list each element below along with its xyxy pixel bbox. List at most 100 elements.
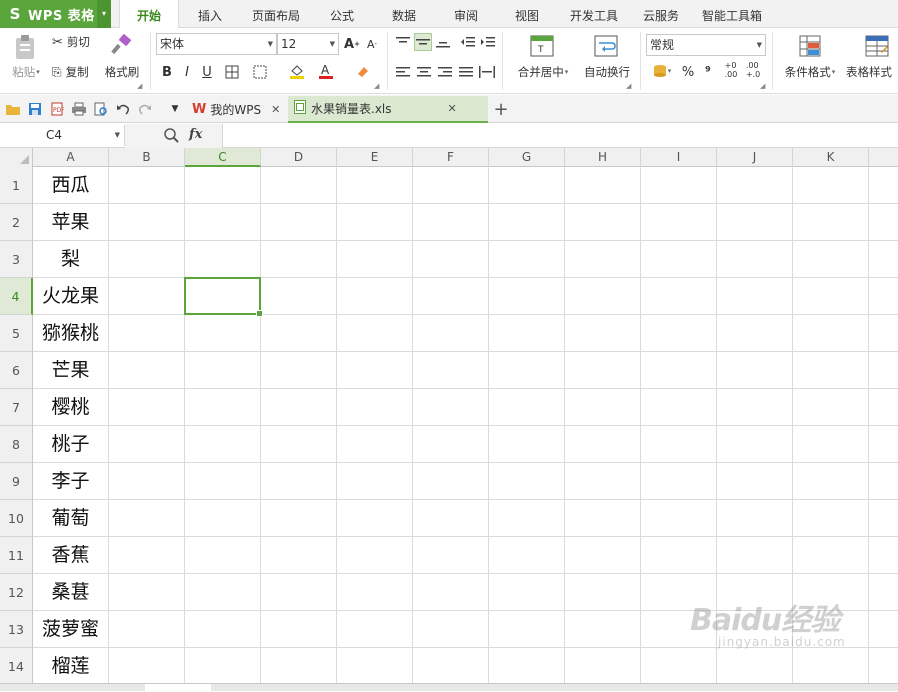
cell-g3[interactable] <box>489 241 565 278</box>
cell-b1[interactable] <box>109 167 185 204</box>
cell-h10[interactable] <box>565 500 641 537</box>
cell-j7[interactable] <box>717 389 793 426</box>
cell-k2[interactable] <box>793 204 869 241</box>
print-icon[interactable] <box>71 101 87 117</box>
cell-h5[interactable] <box>565 315 641 352</box>
align-top-icon[interactable] <box>394 33 412 51</box>
cell-f2[interactable] <box>413 204 489 241</box>
column-header-i[interactable]: I <box>641 148 717 167</box>
cell-i6[interactable] <box>641 352 717 389</box>
cell-g11[interactable] <box>489 537 565 574</box>
row-header[interactable]: 6 <box>0 352 33 389</box>
close-icon[interactable]: ✕ <box>448 102 457 115</box>
close-icon[interactable]: ✕ <box>271 103 280 116</box>
cell-h11[interactable] <box>565 537 641 574</box>
increase-font-icon[interactable]: A + <box>343 35 361 53</box>
conditional-format-button[interactable]: 条件格式 ▾ <box>778 64 842 80</box>
cell-h2[interactable] <box>565 204 641 241</box>
fill-pattern-icon[interactable] <box>251 63 269 81</box>
cell-i4[interactable] <box>641 278 717 315</box>
cell-f6[interactable] <box>413 352 489 389</box>
cell-f11[interactable] <box>413 537 489 574</box>
cell-b9[interactable] <box>109 463 185 500</box>
row-header[interactable]: 12 <box>0 574 33 611</box>
column-header-g[interactable]: G <box>489 148 565 167</box>
cell-e9[interactable] <box>337 463 413 500</box>
cell-overflow[interactable] <box>869 389 898 426</box>
cell-b6[interactable] <box>109 352 185 389</box>
cell-f8[interactable] <box>413 426 489 463</box>
column-header-h[interactable]: H <box>565 148 641 167</box>
cell-c8[interactable] <box>185 426 261 463</box>
cell-a12[interactable]: 桑葚 <box>33 574 109 611</box>
doc-tab-my-wps[interactable]: W 我的WPS ✕ <box>186 96 286 123</box>
italic-button[interactable]: I <box>178 63 196 81</box>
increase-indent-icon[interactable] <box>479 33 497 51</box>
cell-g12[interactable] <box>489 574 565 611</box>
cell-d11[interactable] <box>261 537 337 574</box>
cell-k8[interactable] <box>793 426 869 463</box>
cell-overflow[interactable] <box>869 611 898 648</box>
cell-overflow[interactable] <box>869 167 898 204</box>
cell-h8[interactable] <box>565 426 641 463</box>
cell-d2[interactable] <box>261 204 337 241</box>
cell-j14[interactable] <box>717 648 793 683</box>
cell-h12[interactable] <box>565 574 641 611</box>
cell-d12[interactable] <box>261 574 337 611</box>
cell-k11[interactable] <box>793 537 869 574</box>
cell-e13[interactable] <box>337 611 413 648</box>
row-header[interactable]: 11 <box>0 537 33 574</box>
cell-c9[interactable] <box>185 463 261 500</box>
cell-k9[interactable] <box>793 463 869 500</box>
open-folder-icon[interactable] <box>5 101 21 117</box>
row-header[interactable]: 1 <box>0 167 33 204</box>
cell-e11[interactable] <box>337 537 413 574</box>
currency-icon[interactable]: ▾ <box>648 62 676 80</box>
customize-toolbar-icon[interactable]: ▼ <box>167 101 183 117</box>
border-icon[interactable] <box>223 63 241 81</box>
cell-g7[interactable] <box>489 389 565 426</box>
cell-d8[interactable] <box>261 426 337 463</box>
select-all-button[interactable] <box>0 148 33 167</box>
cell-a3[interactable]: 梨 <box>33 241 109 278</box>
cell-j2[interactable] <box>717 204 793 241</box>
cell-e6[interactable] <box>337 352 413 389</box>
column-header-b[interactable]: B <box>109 148 185 167</box>
cell-e12[interactable] <box>337 574 413 611</box>
cell-e2[interactable] <box>337 204 413 241</box>
align-center-icon[interactable] <box>415 63 433 81</box>
cell-e1[interactable] <box>337 167 413 204</box>
fill-color-icon[interactable] <box>288 62 306 80</box>
cell-c7[interactable] <box>185 389 261 426</box>
row-header[interactable]: 13 <box>0 611 33 648</box>
cell-i3[interactable] <box>641 241 717 278</box>
decrease-decimal-icon[interactable]: .00 +.0 <box>744 61 762 79</box>
cell-g14[interactable] <box>489 648 565 683</box>
cell-j8[interactable] <box>717 426 793 463</box>
cut-button[interactable]: ✂ 剪切 <box>52 34 100 50</box>
selected-cell-outline[interactable] <box>184 277 263 317</box>
wrap-text-button[interactable]: 自动换行 <box>580 64 634 80</box>
cell-f5[interactable] <box>413 315 489 352</box>
row-header[interactable]: 2 <box>0 204 33 241</box>
tab-home[interactable]: 开始 <box>119 0 179 29</box>
format-painter-icon[interactable] <box>106 32 138 58</box>
save-icon[interactable] <box>27 101 43 117</box>
row-header[interactable]: 8 <box>0 426 33 463</box>
paste-button[interactable]: 粘贴 ▾ <box>8 64 44 80</box>
cell-overflow[interactable] <box>869 500 898 537</box>
underline-button[interactable]: U <box>198 63 216 81</box>
name-box[interactable]: C4 ▼ <box>0 125 125 146</box>
cell-i1[interactable] <box>641 167 717 204</box>
cell-g10[interactable] <box>489 500 565 537</box>
cell-c2[interactable] <box>185 204 261 241</box>
cell-f13[interactable] <box>413 611 489 648</box>
dialog-launcher-icon[interactable]: ◢ <box>137 82 142 90</box>
cell-h9[interactable] <box>565 463 641 500</box>
bold-button[interactable]: B <box>158 63 176 81</box>
tab-cloud[interactable]: 云服务 <box>636 0 686 28</box>
tab-data[interactable]: 数据 <box>384 0 424 28</box>
table-style-button[interactable]: 表格样式 <box>846 64 898 80</box>
cell-i5[interactable] <box>641 315 717 352</box>
cell-f12[interactable] <box>413 574 489 611</box>
